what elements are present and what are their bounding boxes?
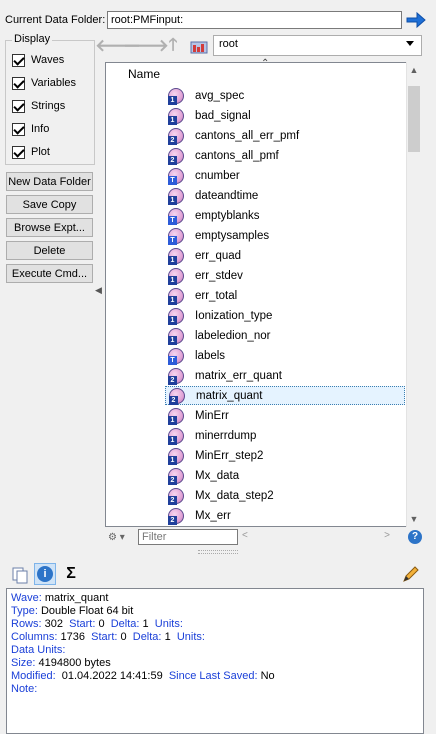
filter-options-icon[interactable]: ⚙ ▾ [108,530,136,544]
wave-icon: 2 [168,507,184,525]
list-item[interactable]: 2 cantons_all_err_pmf [165,126,405,145]
execute-cmd-button[interactable]: Execute Cmd... [6,264,93,283]
list-item[interactable]: 2 matrix_err_quant [165,366,405,385]
new-data-folder-button[interactable]: New Data Folder [6,172,93,191]
list-item[interactable]: 1 dateandtime [165,186,405,205]
plot-checkbox[interactable]: Plot [12,144,92,160]
forward-icon[interactable]: 🡒 [123,36,169,55]
wave-icon: 2 [169,387,185,405]
list-item[interactable]: 1 Ionization_type [165,306,405,325]
text-wave-icon: T [168,207,184,225]
info-label: Info [31,123,50,135]
chevron-down-icon[interactable] [406,41,414,46]
up-icon[interactable]: 🡑 [163,35,183,55]
current-folder-label: Current Data Folder: [5,14,106,26]
list-item[interactable]: 2 cantons_all_pmf [165,146,405,165]
wave-icon: 1 [168,327,184,345]
checkbox-checked-icon[interactable] [12,145,25,159]
info-tab-icon[interactable]: i [34,563,56,585]
list-item[interactable]: 2 Mx_data [165,466,405,485]
variables-label: Variables [31,77,77,89]
go-arrow-icon[interactable] [405,9,427,31]
wave-info-panel: Wave: matrix_quant Type: Double Float 64… [6,588,424,734]
list-item[interactable]: 1 err_total [165,286,405,305]
list-item[interactable]: Tcnumber [165,166,405,185]
horizontal-scrollbar[interactable]: < > [240,529,404,545]
sigma-icon[interactable]: Σ [60,563,82,585]
collapse-left-icon[interactable]: ◀ [95,285,103,299]
text-wave-icon: T [168,227,184,245]
strings-checkbox[interactable]: Strings [12,98,92,114]
checkbox-checked-icon[interactable] [12,99,25,113]
info-checkbox[interactable]: Info [12,121,92,137]
list-item[interactable]: 1 MinErr [165,406,405,425]
strings-label: Strings [31,100,66,112]
wave-icon: 1 [168,407,184,425]
list-item[interactable]: Temptyblanks [165,206,405,225]
checkbox-checked-icon[interactable] [12,53,25,67]
wave-icon: 1 [168,247,184,265]
waves-label: Waves [31,54,65,66]
filter-input[interactable]: Filter [138,529,238,545]
scrollbar-thumb[interactable] [408,86,420,152]
wave-icon: 1 [168,427,184,445]
new-folder-icon[interactable] [190,38,208,54]
wave-icon: 1 [168,307,184,325]
wave-icon: 2 [168,467,184,485]
list-item[interactable]: 1 err_stdev [165,266,405,285]
text-wave-icon: T [168,167,184,185]
help-icon[interactable]: ? [408,530,422,544]
waves-checkbox[interactable]: Waves [12,52,92,68]
wave-icon: 1 [168,107,184,125]
browse-expt-button[interactable]: Browse Expt... [6,218,93,237]
wave-icon: 1 [168,447,184,465]
wave-icon: 1 [168,87,184,105]
save-copy-button[interactable]: Save Copy [6,195,93,214]
wave-icon: 1 [168,187,184,205]
list-item[interactable]: 2 Mx_err [165,506,405,525]
folder-select[interactable]: root [213,35,422,56]
list-item[interactable]: 1 avg_spec [165,86,405,105]
list-item-selected[interactable]: 2 matrix_quant [165,386,405,405]
variables-checkbox[interactable]: Variables [12,75,92,91]
list-item[interactable]: 1 MinErr_step2 [165,446,405,465]
wave-icon: 2 [168,147,184,165]
list-item[interactable]: Temptysamples [165,226,405,245]
list-item[interactable]: 1 minerrdump [165,426,405,445]
wave-icon: 1 [168,287,184,305]
current-folder-field[interactable]: root:PMFinput: [107,11,402,29]
list-item[interactable]: 1 err_quad [165,246,405,265]
pencil-icon[interactable] [400,563,422,585]
copy-icon[interactable] [9,563,31,585]
plot-label: Plot [31,146,50,158]
scroll-up-icon[interactable]: ▲ [406,62,422,78]
list-item[interactable]: 1 bad_signal [165,106,405,125]
wave-icon: 2 [168,127,184,145]
list-item[interactable]: 2 Mx_data_step2 [165,486,405,505]
checkbox-checked-icon[interactable] [12,76,25,90]
wave-icon: 2 [168,367,184,385]
text-wave-icon: T [168,347,184,365]
list-item[interactable]: 1 labeledion_nor [165,326,405,345]
wave-icon: 2 [168,487,184,505]
wave-icon: 1 [168,267,184,285]
display-title: Display [12,33,53,45]
column-header-name[interactable]: Name [128,67,160,81]
scroll-down-icon[interactable]: ▼ [406,511,422,527]
panel-splitter[interactable] [198,550,238,554]
checkbox-checked-icon[interactable] [12,122,25,136]
list-item[interactable]: Tlabels [165,346,405,365]
delete-button[interactable]: Delete [6,241,93,260]
sort-caret-icon: ⌃ [261,58,270,69]
